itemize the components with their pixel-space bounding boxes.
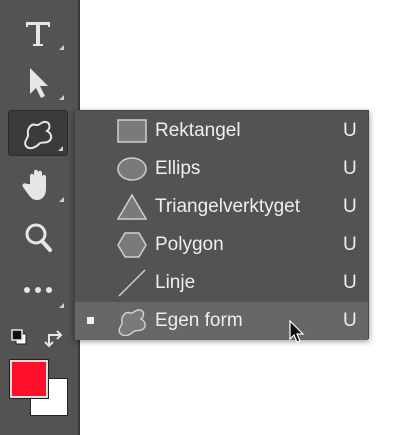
menu-item-ellips[interactable]: Ellips U: [75, 150, 368, 188]
edit-toolbar[interactable]: [8, 268, 68, 312]
menu-item-shortcut: U: [343, 310, 357, 331]
zoom-tool[interactable]: [8, 214, 68, 258]
menu-item-polygon[interactable]: Polygon U: [75, 226, 368, 264]
menu-item-label: Polygon: [155, 234, 224, 255]
menu-item-linje[interactable]: Linje U: [75, 264, 368, 302]
menu-item-shortcut: U: [343, 158, 357, 179]
mouse-cursor-icon: [289, 320, 305, 343]
magnifier-icon: [25, 223, 52, 252]
menu-item-label: Linje: [155, 272, 196, 293]
menu-item-label: Ellips: [155, 158, 201, 179]
menu-item-label: Egen form: [155, 310, 243, 331]
foreground-color-swatch[interactable]: [9, 359, 49, 399]
default-colors-icon[interactable]: [10, 328, 30, 348]
menu-item-egen-form[interactable]: Egen form U: [75, 302, 368, 340]
rectangle-icon: [117, 119, 147, 143]
custom-shape-icon: [118, 309, 146, 336]
menu-item-rektangel[interactable]: Rektangel U: [75, 112, 368, 150]
shape-tools-flyout: Rektangel U Ellips U Triangelverktyget U…: [74, 110, 369, 340]
ellipse-icon: [117, 157, 147, 181]
tool-group-indicator: [59, 197, 64, 202]
polygon-icon: [117, 232, 147, 258]
type-tool[interactable]: [8, 10, 68, 54]
path-selection-tool[interactable]: [8, 60, 68, 104]
menu-item-label: Rektangel: [155, 120, 241, 141]
tool-group-indicator: [59, 303, 64, 308]
swap-colors-icon[interactable]: [44, 328, 66, 350]
custom-shape-tool[interactable]: [8, 110, 68, 156]
selected-bullet: [87, 317, 94, 324]
tools-panel: [0, 0, 78, 435]
menu-item-shortcut: U: [343, 120, 357, 141]
menu-item-triangelverktyget[interactable]: Triangelverktyget U: [75, 188, 368, 226]
line-icon: [118, 269, 146, 297]
menu-item-shortcut: U: [343, 272, 357, 293]
triangle-icon: [116, 193, 148, 220]
menu-item-shortcut: U: [343, 196, 357, 217]
hand-tool[interactable]: [8, 162, 68, 206]
menu-item-shortcut: U: [343, 234, 357, 255]
tool-group-indicator: [59, 45, 64, 50]
tool-group-indicator: [58, 146, 63, 151]
tool-group-indicator: [59, 95, 64, 100]
menu-item-label: Triangelverktyget: [155, 196, 301, 217]
